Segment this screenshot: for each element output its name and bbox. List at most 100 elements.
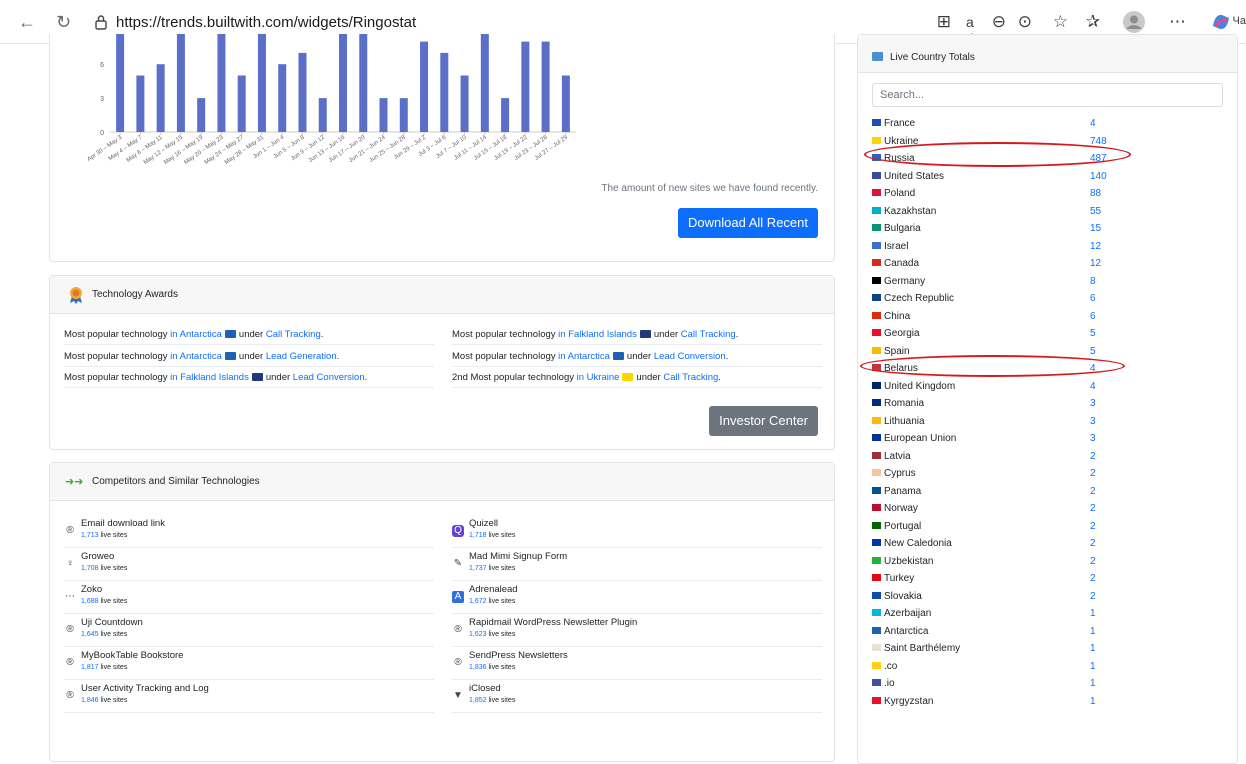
country-count[interactable]: 1 <box>1090 605 1096 623</box>
award-category-link[interactable]: Call Tracking <box>663 372 718 383</box>
back-icon[interactable]: ← <box>18 12 36 33</box>
country-count[interactable]: 1 <box>1090 658 1096 676</box>
more-tools-icon[interactable]: ⊙ <box>1018 12 1032 32</box>
country-count[interactable]: 2 <box>1090 465 1096 483</box>
country-row[interactable]: Latvia 2 <box>872 448 1122 466</box>
country-row[interactable]: .io 1 <box>872 675 1122 693</box>
competitor-name[interactable]: MyBookTable Bookstore <box>81 650 183 661</box>
chart-bar[interactable] <box>176 34 185 132</box>
award-category-link[interactable]: Lead Conversion <box>293 372 365 383</box>
award-place-link[interactable]: in Falkland Islands <box>558 329 637 340</box>
country-row[interactable]: Bulgaria 15 <box>872 220 1122 238</box>
country-row[interactable]: Cyprus 2 <box>872 465 1122 483</box>
country-count[interactable]: 6 <box>1090 308 1096 326</box>
country-count[interactable]: 88 <box>1090 185 1101 203</box>
country-row[interactable]: Canada 12 <box>872 255 1122 273</box>
chart-bar[interactable] <box>257 34 266 132</box>
country-count[interactable]: 15 <box>1090 220 1101 238</box>
download-all-recent-button[interactable]: Download All Recent <box>678 208 818 238</box>
competitor-item[interactable]: ♀ Groweo 1,708 live sites <box>64 548 434 581</box>
competitor-name[interactable]: iClosed <box>469 683 501 694</box>
country-row[interactable]: Israel 12 <box>872 238 1122 256</box>
competitor-name[interactable]: User Activity Tracking and Log <box>81 683 209 694</box>
competitor-name[interactable]: Email download link <box>81 518 165 529</box>
award-category-link[interactable]: Call Tracking <box>266 329 321 340</box>
chart-bar[interactable] <box>420 41 429 132</box>
competitor-item[interactable]: ✎ Mad Mimi Signup Form 1,737 live sites <box>452 548 822 581</box>
chart-bar[interactable] <box>278 64 287 132</box>
country-count[interactable]: 3 <box>1090 413 1096 431</box>
country-row[interactable]: Georgia 5 <box>872 325 1122 343</box>
country-count[interactable]: 140 <box>1090 168 1107 186</box>
country-count[interactable]: 2 <box>1090 535 1096 553</box>
chart-bar[interactable] <box>339 34 347 132</box>
award-place-link[interactable]: in Antarctica <box>558 351 610 362</box>
country-count[interactable]: 2 <box>1090 588 1096 606</box>
chart-bar[interactable] <box>197 98 206 132</box>
country-row[interactable]: Norway 2 <box>872 500 1122 518</box>
country-row[interactable]: Panama 2 <box>872 483 1122 501</box>
competitor-name[interactable]: Quizell <box>469 518 498 529</box>
competitor-item[interactable]: ⋯ Zoko 1,688 live sites <box>64 581 434 614</box>
zoom-icon[interactable]: ⊖ <box>992 12 1006 32</box>
competitor-name[interactable]: Groweo <box>81 551 114 562</box>
country-row[interactable]: France 4 <box>872 115 1122 133</box>
country-count[interactable]: 1 <box>1090 623 1096 641</box>
country-count[interactable]: 6 <box>1090 290 1096 308</box>
country-row[interactable]: European Union 3 <box>872 430 1122 448</box>
country-row[interactable]: Antarctica 1 <box>872 623 1122 641</box>
country-search-input[interactable] <box>873 84 1222 106</box>
competitor-name[interactable]: SendPress Newsletters <box>469 650 568 661</box>
competitor-name[interactable]: Rapidmail WordPress Newsletter Plugin <box>469 617 637 628</box>
competitor-item[interactable]: ® Uji Countdown 1,645 live sites <box>64 614 434 647</box>
app-available-icon[interactable]: ⊞ <box>937 12 951 32</box>
competitor-item[interactable]: ® Email download link 1,713 live sites <box>64 515 434 548</box>
country-row[interactable]: Lithuania 3 <box>872 413 1122 431</box>
country-row[interactable]: Poland 88 <box>872 185 1122 203</box>
country-count[interactable]: 2 <box>1090 500 1096 518</box>
country-row[interactable]: New Caledonia 2 <box>872 535 1122 553</box>
country-count[interactable]: 1 <box>1090 693 1096 711</box>
country-count[interactable]: 2 <box>1090 448 1096 466</box>
country-count[interactable]: 3 <box>1090 430 1096 448</box>
chart-bar[interactable] <box>217 34 226 132</box>
country-row[interactable]: Czech Republic 6 <box>872 290 1122 308</box>
chart-bar[interactable] <box>156 64 165 132</box>
favorite-star-icon[interactable]: ☆ <box>1053 12 1068 32</box>
country-count[interactable]: 1 <box>1090 675 1096 693</box>
award-category-link[interactable]: Lead Generation <box>266 351 337 362</box>
country-row[interactable]: Uzbekistan 2 <box>872 553 1122 571</box>
award-place-link[interactable]: in Ukraine <box>577 372 620 383</box>
country-row[interactable]: Azerbaijan 1 <box>872 605 1122 623</box>
competitor-name[interactable]: Adrenalead <box>469 584 518 595</box>
award-category-link[interactable]: Lead Conversion <box>654 351 726 362</box>
chart-bar[interactable] <box>399 98 408 132</box>
chart-bar[interactable] <box>298 52 307 132</box>
country-count[interactable]: 2 <box>1090 518 1096 536</box>
competitor-item[interactable]: ® Rapidmail WordPress Newsletter Plugin 1,… <box>452 614 822 647</box>
country-count[interactable]: 3 <box>1090 395 1096 413</box>
competitor-name[interactable]: Uji Countdown <box>81 617 143 628</box>
competitor-item[interactable]: ® SendPress Newsletters 1,836 live sites <box>452 647 822 680</box>
chart-bar[interactable] <box>460 75 469 133</box>
country-row[interactable]: Portugal 2 <box>872 518 1122 536</box>
chart-bar[interactable] <box>440 52 449 132</box>
chart-bar[interactable] <box>116 34 125 132</box>
chart-bar[interactable] <box>136 75 145 133</box>
country-count[interactable]: 5 <box>1090 325 1096 343</box>
country-count[interactable]: 5 <box>1090 343 1096 361</box>
country-row[interactable]: China 6 <box>872 308 1122 326</box>
country-row[interactable]: Romania 3 <box>872 395 1122 413</box>
country-count[interactable]: 8 <box>1090 273 1096 291</box>
country-row[interactable]: United States 140 <box>872 168 1122 186</box>
country-row[interactable]: .co 1 <box>872 658 1122 676</box>
competitor-name[interactable]: Zoko <box>81 584 102 595</box>
chart-bar[interactable] <box>237 75 246 133</box>
chart-bar[interactable] <box>521 41 530 132</box>
award-place-link[interactable]: in Antarctica <box>170 351 222 362</box>
chart-bar[interactable] <box>480 34 489 132</box>
country-count[interactable]: 12 <box>1090 238 1101 256</box>
country-count[interactable]: 12 <box>1090 255 1101 273</box>
country-row[interactable]: Saint Barthélemy 1 <box>872 640 1122 658</box>
chart-bar[interactable] <box>501 98 510 132</box>
